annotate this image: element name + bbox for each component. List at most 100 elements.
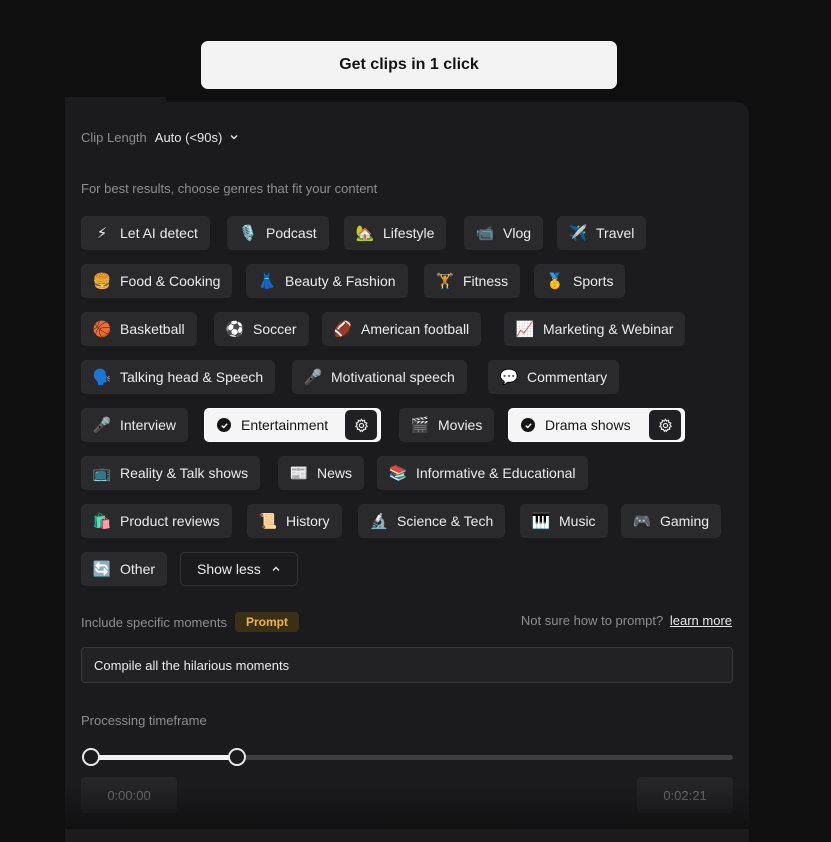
basketball-icon: 🏀	[92, 320, 112, 338]
speaking-head-icon: 🗣️	[92, 368, 112, 386]
microscope-icon: 🔬	[369, 512, 389, 530]
chevron-up-icon	[271, 564, 281, 574]
genre-chip-label: Basketball	[120, 321, 185, 337]
genre-chip-label: Movies	[438, 417, 483, 433]
genre-chip[interactable]: 👗 Beauty & Fashion	[246, 264, 408, 298]
genre-chip-label: Science & Tech	[397, 513, 494, 529]
genre-chip-label: Beauty & Fashion	[285, 273, 396, 289]
end-time-field[interactable]: 0:02:21	[637, 777, 733, 813]
timeframe-label: Processing timeframe	[81, 713, 207, 728]
microphone-icon: 🎤	[92, 416, 112, 434]
clapper-board-icon: 🎬	[410, 416, 430, 434]
genre-chip[interactable]: 🛍️ Product reviews	[81, 504, 232, 538]
microphone-icon: 🎙️	[238, 224, 258, 242]
check-circle-icon	[217, 418, 231, 432]
genre-chip[interactable]: 💬 Commentary	[488, 360, 620, 394]
genre-chip[interactable]: 🗣️ Talking head & Speech	[81, 360, 276, 394]
prompt-help-text: Not sure how to prompt?	[520, 613, 664, 628]
genre-chip[interactable]: 📜 History	[247, 504, 342, 538]
genre-chip[interactable]: 📈 Marketing & Webinar	[504, 312, 686, 346]
scroll-icon: 📜	[258, 512, 278, 530]
genre-chip-label: Gaming	[660, 513, 710, 529]
timeframe-start-handle[interactable]	[82, 748, 100, 766]
clip-length-value: Auto (<90s)	[154, 129, 223, 145]
video-camera-icon: 📹	[475, 224, 495, 242]
genre-chip-label: Motivational speech	[331, 369, 455, 385]
newspaper-icon: 📰	[289, 464, 309, 482]
moments-label: Include specific moments	[81, 614, 227, 630]
genre-chip-label: Commentary	[527, 369, 608, 385]
refresh-icon: 🔄	[92, 560, 112, 578]
genre-chip-label: Sports	[573, 273, 614, 289]
clip-length-row: Clip Length Auto (<90s)	[81, 128, 239, 146]
genre-chip-label: American football	[361, 321, 470, 337]
learn-more-link[interactable]: learn more	[670, 613, 732, 628]
genre-chip[interactable]: 📹 Vlog	[464, 216, 544, 250]
genre-chip[interactable]: 🥇 Sports	[534, 264, 626, 298]
genre-chip-label: History	[286, 513, 330, 529]
genre-chip[interactable]: 🔬 Science & Tech	[358, 504, 506, 538]
microphone-icon: 🎤	[303, 368, 323, 386]
genre-chip[interactable]: 🎤 Interview	[81, 408, 189, 442]
genre-chip-label: Informative & Educational	[416, 465, 576, 481]
medal-icon: 🥇	[545, 272, 565, 290]
burger-icon: 🍔	[92, 272, 112, 290]
chart-increasing-icon: 📈	[515, 320, 535, 338]
clip-length-dropdown[interactable]: Auto (<90s)	[155, 130, 240, 145]
clip-length-label: Clip Length	[81, 129, 147, 145]
chevron-down-icon	[229, 132, 239, 142]
genre-chip-label: Drama shows	[545, 417, 631, 433]
genre-chip[interactable]: 📰 News	[278, 456, 365, 490]
genre-chip-label: Travel	[596, 225, 635, 241]
show-less-label: Show less	[197, 561, 261, 577]
genre-chip-label: Music	[559, 513, 596, 529]
genre-chip-label: Marketing & Webinar	[543, 321, 674, 337]
dress-icon: 👗	[257, 272, 277, 290]
genre-chip[interactable]: 🏀 Basketball	[81, 312, 197, 346]
genre-chip[interactable]: 🎹 Music	[520, 504, 608, 538]
genre-chip[interactable]: 🏡 Lifestyle	[344, 216, 447, 250]
genre-chip-label: Lifestyle	[383, 225, 435, 241]
genre-chip[interactable]: 📚 Informative & Educational	[377, 456, 588, 490]
genre-chip[interactable]: 🍔 Food & Cooking	[81, 264, 233, 298]
genre-chip[interactable]: 🔄 Other	[81, 552, 168, 586]
game-controller-icon: 🎮	[632, 512, 652, 530]
timeframe-end-handle[interactable]	[227, 748, 246, 766]
genre-chip[interactable]: ⚡ Let AI detect	[81, 216, 210, 250]
house-icon: 🏡	[355, 224, 375, 242]
genre-chip[interactable]: Drama shows	[508, 408, 685, 442]
speech-bubble-icon: 💬	[499, 368, 519, 386]
get-clips-button[interactable]: Get clips in 1 click	[201, 41, 617, 89]
genre-chip[interactable]: 🎙️ Podcast	[227, 216, 329, 250]
genre-chip[interactable]: 🎤 Motivational speech	[292, 360, 467, 394]
genre-chip[interactable]: 🏋️ Fitness	[424, 264, 521, 298]
start-time-field[interactable]: 0:00:00	[81, 777, 177, 813]
genre-chip[interactable]: 📺 Reality & Talk shows	[81, 456, 261, 490]
piano-keys-icon: 🎹	[531, 512, 551, 530]
genre-chip-label: Let AI detect	[120, 225, 198, 241]
genre-chip-label: Vlog	[503, 225, 532, 241]
genre-chip[interactable]: ✈️ Travel	[557, 216, 647, 250]
genre-chip-label: News	[317, 465, 353, 481]
genre-chip[interactable]: ⚽ Soccer	[214, 312, 309, 346]
genre-chip-label: Other	[120, 561, 156, 577]
show-less-button[interactable]: Show less	[180, 552, 298, 586]
genre-chip[interactable]: 🎮 Gaming	[621, 504, 722, 538]
genre-chip-label: Product reviews	[120, 513, 220, 529]
genre-chip-label: Entertainment	[241, 417, 329, 433]
genre-chip-label: Reality & Talk shows	[120, 465, 249, 481]
gear-icon[interactable]	[345, 410, 377, 440]
genre-chip[interactable]: 🎬 Movies	[399, 408, 495, 442]
genre-chip-label: Podcast	[266, 225, 317, 241]
prompt-input[interactable]	[81, 647, 733, 683]
genre-hint: For best results, choose genres that fit…	[81, 181, 378, 196]
soccer-ball-icon: ⚽	[225, 320, 245, 338]
football-icon: 🏈	[333, 320, 353, 338]
prompt-badge: Prompt	[234, 612, 299, 632]
television-icon: 📺	[92, 464, 112, 482]
gear-icon[interactable]	[649, 410, 681, 440]
genre-chip-label: Food & Cooking	[120, 273, 221, 289]
genre-chip[interactable]: Entertainment	[204, 408, 381, 442]
genre-chip[interactable]: 🏈 American football	[322, 312, 482, 346]
airplane-icon: ✈️	[568, 224, 588, 242]
